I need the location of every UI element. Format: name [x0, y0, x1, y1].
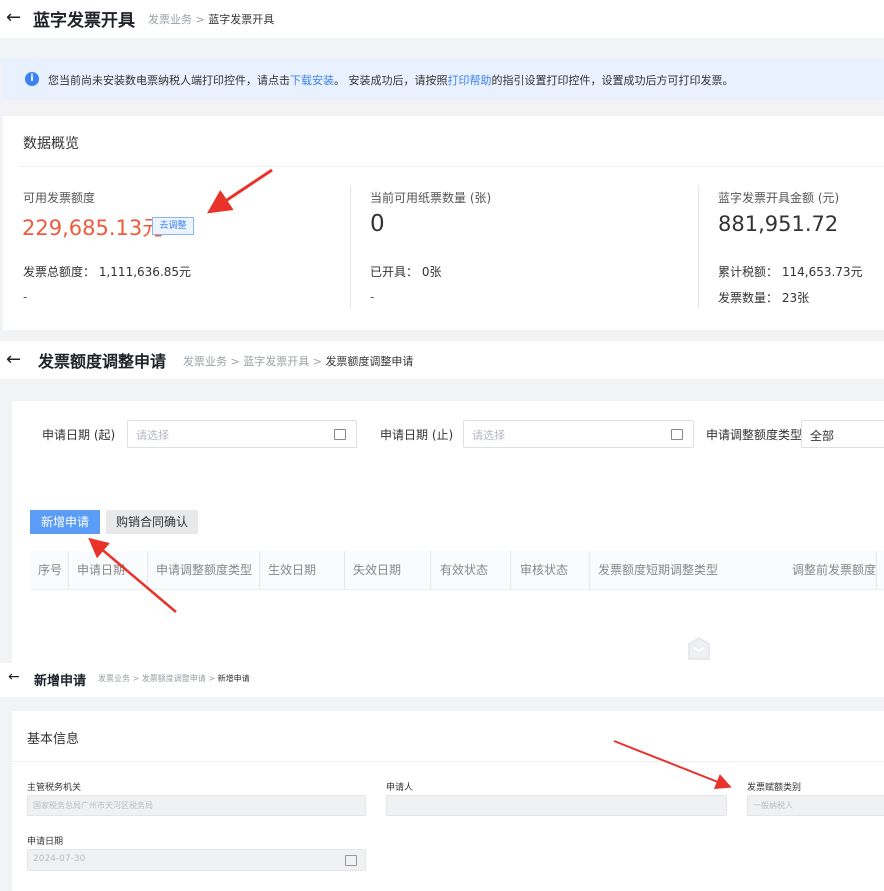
arrow-to-new-application-button	[88, 537, 177, 613]
arrow-to-quota-category	[613, 740, 732, 790]
arrow-to-adjust-button	[207, 168, 273, 214]
annotation-arrows	[88, 168, 732, 790]
